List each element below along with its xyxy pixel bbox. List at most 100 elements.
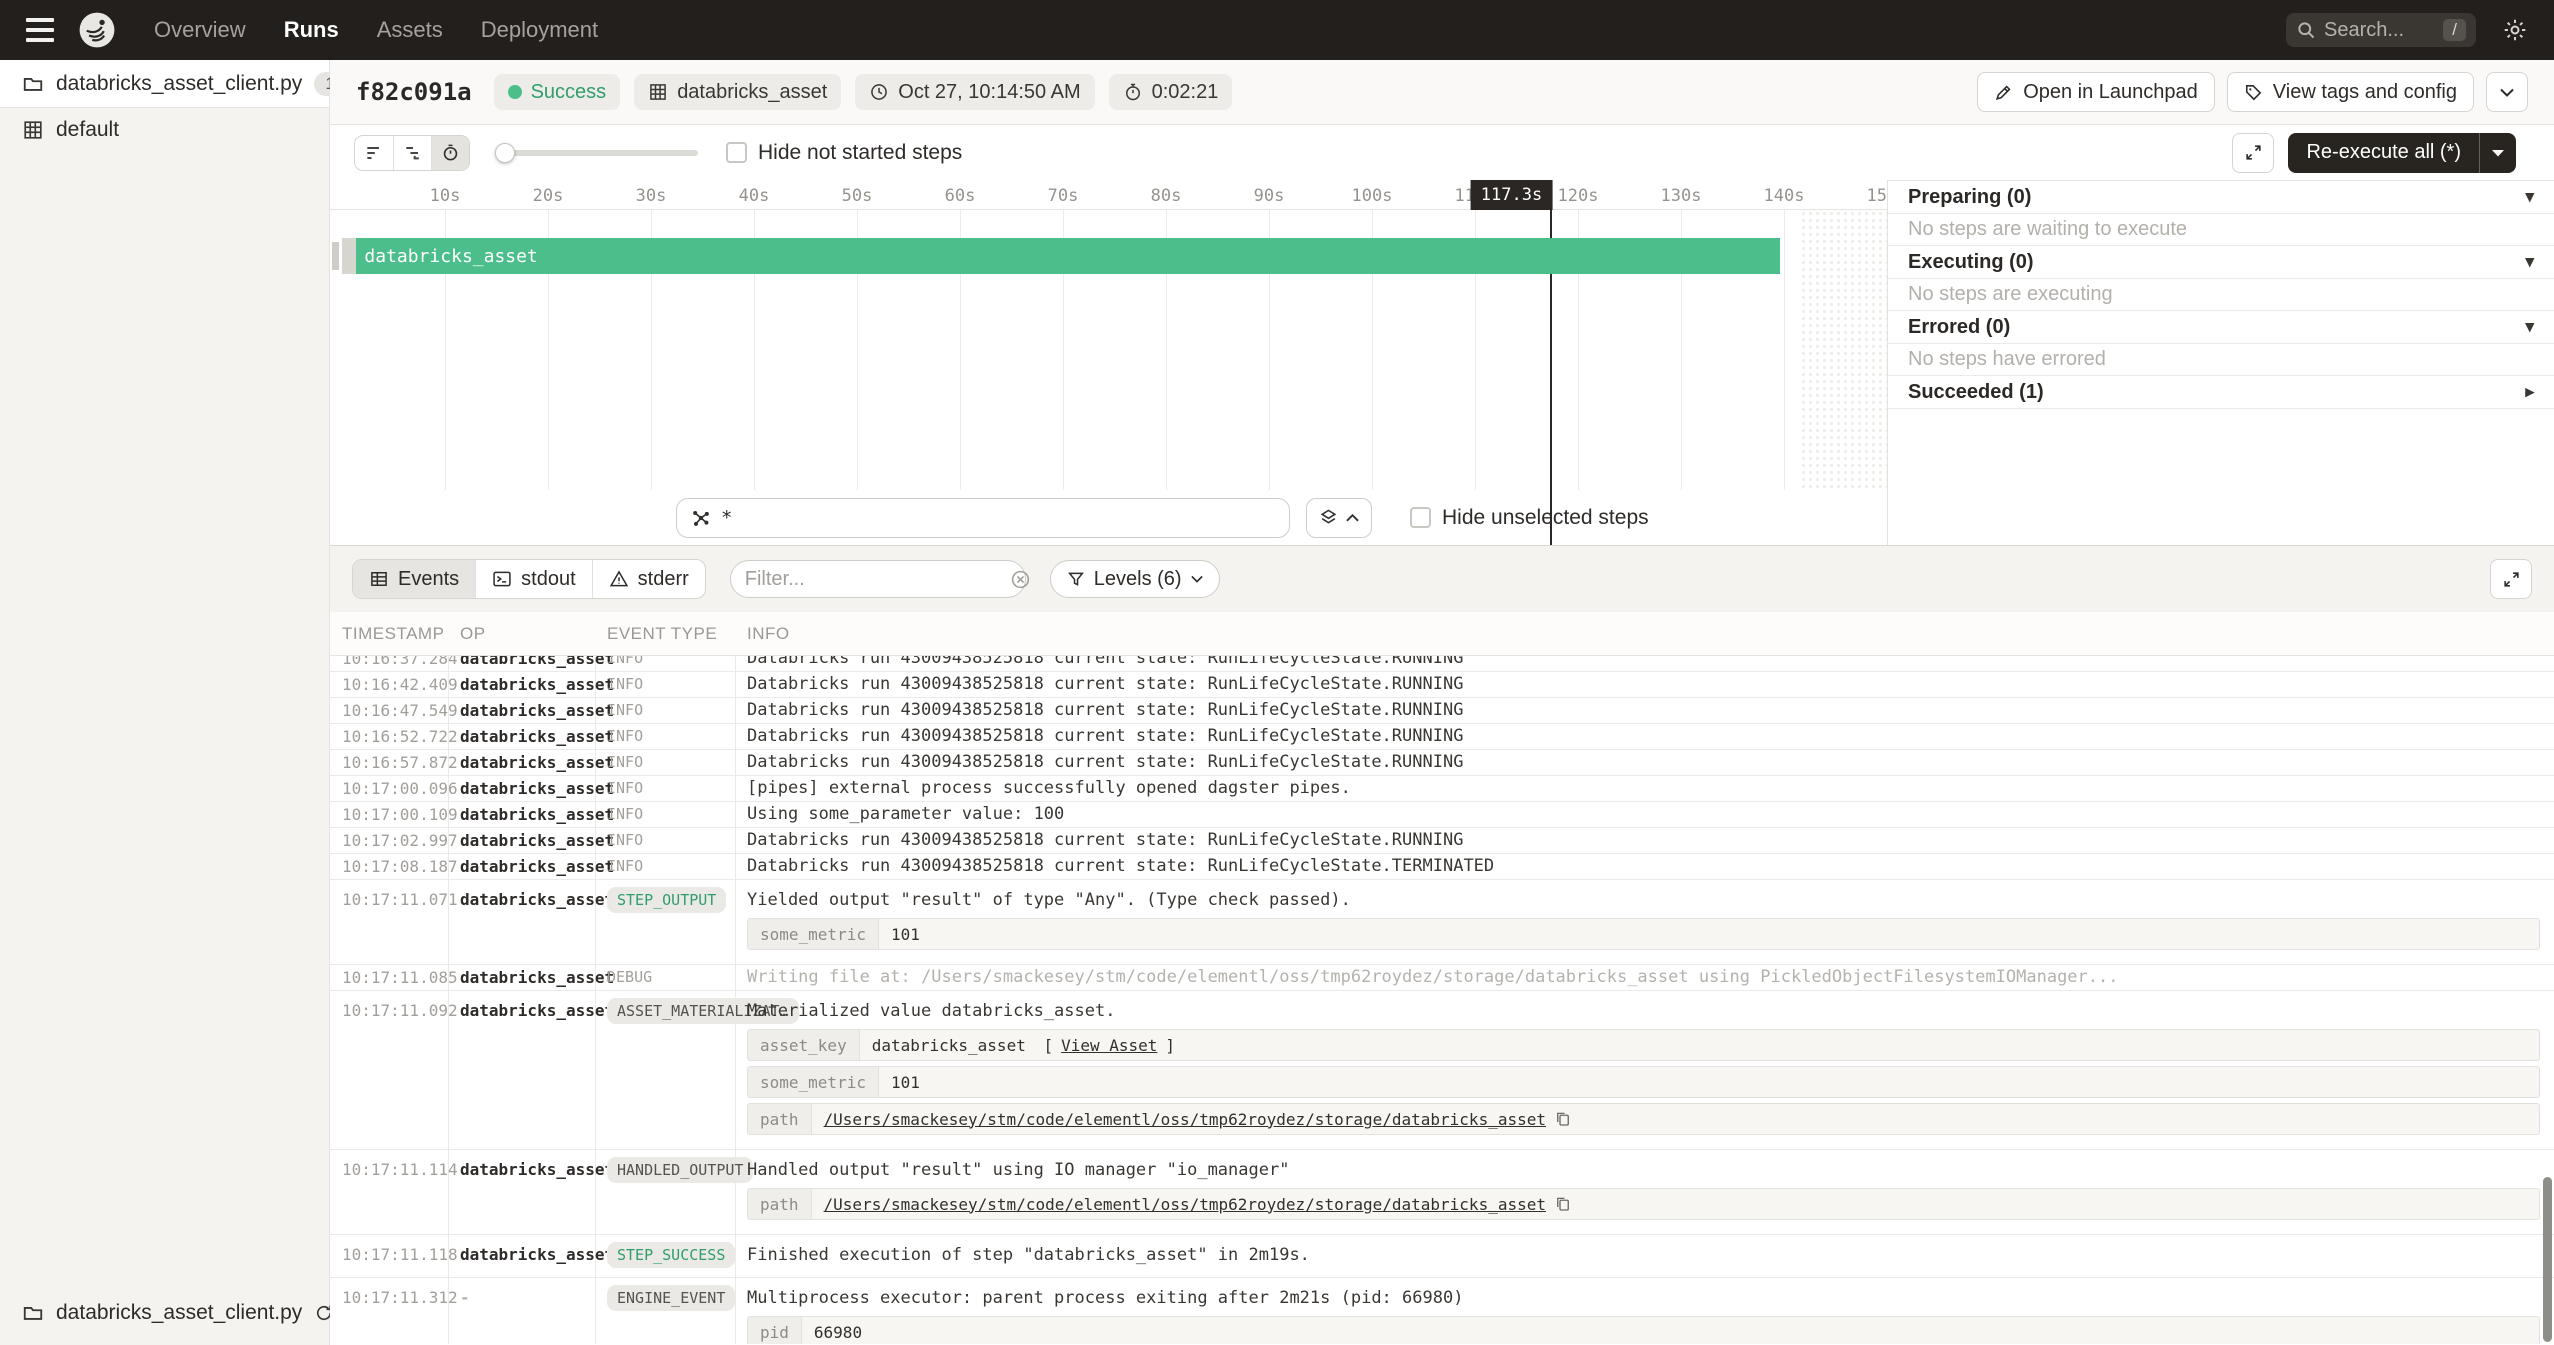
- step-selector-input[interactable]: [721, 507, 1275, 529]
- slider-knob[interactable]: [495, 143, 515, 163]
- log-timestamp: 10:17:00.109: [330, 802, 448, 827]
- step-section-title: Succeeded (1): [1908, 381, 2044, 404]
- time-cursor-badge: 117.3s: [1471, 180, 1552, 210]
- event-type-text: INFO: [607, 727, 643, 745]
- log-row[interactable]: 10:17:11.071databricks_assetSTEP_OUTPUTY…: [330, 880, 2554, 965]
- log-info-cell: Multiprocess executor: parent process ex…: [735, 1285, 2554, 1344]
- log-op: databricks_asset: [448, 828, 595, 853]
- chevron-down-icon[interactable]: ▾: [2525, 317, 2534, 337]
- log-op: databricks_asset: [448, 802, 595, 827]
- log-info-cell: Databricks run 43009438525818 current st…: [735, 672, 2554, 697]
- log-event-type: INFO: [595, 828, 735, 853]
- step-section-title: Executing (0): [1908, 251, 2034, 274]
- gridline: [1784, 210, 1785, 490]
- log-event-type: INFO: [595, 698, 735, 723]
- log-filter-input[interactable]: [745, 568, 1010, 591]
- nav-link-runs[interactable]: Runs: [284, 17, 339, 43]
- job-name-tag[interactable]: databricks_asset: [634, 74, 841, 110]
- hamburger-menu-icon[interactable]: [26, 18, 54, 42]
- log-info-cell: Databricks run 43009438525818 current st…: [735, 656, 2554, 671]
- view-asset-link[interactable]: View Asset: [1061, 1036, 1157, 1055]
- log-timestamp: 10:17:11.071: [330, 887, 448, 955]
- step-section-empty-text: No steps have errored: [1888, 344, 2554, 376]
- log-op: databricks_asset: [448, 750, 595, 775]
- dagster-logo-icon[interactable]: [78, 11, 116, 49]
- log-fullscreen-button[interactable]: [2490, 559, 2532, 599]
- view-mode-timed-icon[interactable]: [431, 136, 469, 170]
- tab-stderr[interactable]: stderr: [592, 560, 705, 598]
- step-section-preparing[interactable]: Preparing (0)▾: [1888, 181, 2554, 214]
- log-row[interactable]: 10:17:02.997databricks_assetINFODatabric…: [330, 828, 2554, 854]
- log-column-headers: TIMESTAMPOPEVENT TYPEINFO: [330, 612, 2554, 656]
- sidebar-bottom-code-location[interactable]: databricks_asset_client.py: [0, 1293, 329, 1333]
- nav-link-assets[interactable]: Assets: [377, 17, 443, 43]
- log-scrollbar-thumb[interactable]: [2543, 1177, 2552, 1342]
- chevron-down-icon[interactable]: ▾: [2525, 187, 2534, 207]
- log-timestamp: 10:16:47.549: [330, 698, 448, 723]
- step-query-options-button[interactable]: [1306, 498, 1372, 538]
- hide-unselected-checkbox[interactable]: [1410, 507, 1431, 528]
- log-row[interactable]: 10:16:42.409databricks_assetINFODatabric…: [330, 672, 2554, 698]
- log-filter[interactable]: [730, 560, 1026, 598]
- gantt-step-bar[interactable]: databricks_asset: [356, 238, 1779, 274]
- nav-link-deployment[interactable]: Deployment: [481, 17, 598, 43]
- search-input[interactable]: Search... /: [2286, 13, 2476, 47]
- log-row[interactable]: 10:16:52.722databricks_assetINFODatabric…: [330, 724, 2554, 750]
- log-row[interactable]: 10:17:08.187databricks_assetINFODatabric…: [330, 854, 2554, 880]
- log-event-type: INFO: [595, 750, 735, 775]
- tab-events[interactable]: Events: [353, 560, 475, 598]
- log-row[interactable]: 10:17:00.096databricks_assetINFO[pipes] …: [330, 776, 2554, 802]
- log-row[interactable]: 10:17:11.092databricks_assetASSET_MATERI…: [330, 991, 2554, 1150]
- log-event-type: INFO: [595, 656, 735, 671]
- gantt-fullscreen-button[interactable]: [2232, 133, 2274, 173]
- log-row[interactable]: 10:17:11.312-ENGINE_EVENTMultiprocess ex…: [330, 1278, 2554, 1344]
- log-row[interactable]: 10:17:00.109databricks_assetINFOUsing so…: [330, 802, 2554, 828]
- chevron-right-icon[interactable]: ▸: [2525, 382, 2534, 402]
- clear-filter-icon[interactable]: [1010, 569, 1031, 590]
- run-actions-dropdown-button[interactable]: [2486, 72, 2528, 112]
- nav-links: Overview Runs Assets Deployment: [154, 17, 598, 43]
- log-row[interactable]: 10:16:37.284databricks_assetINFODatabric…: [330, 656, 2554, 672]
- gantt-zoom-slider[interactable]: [498, 150, 698, 156]
- settings-gear-icon[interactable]: [2502, 17, 2528, 43]
- log-info-text: Databricks run 43009438525818 current st…: [747, 698, 2540, 723]
- hide-not-started-checkbox[interactable]: [726, 142, 747, 163]
- log-row[interactable]: 10:16:47.549databricks_assetINFO Databric…: [330, 698, 2554, 724]
- log-event-type: INFO: [595, 802, 735, 827]
- view-tags-config-button[interactable]: View tags and config: [2227, 72, 2474, 112]
- run-duration-tag: 0:02:21: [1109, 74, 1233, 110]
- step-section-errored[interactable]: Errored (0)▾: [1888, 311, 2554, 344]
- copy-icon[interactable]: [1554, 1195, 1572, 1213]
- axis-tick: 60s: [945, 186, 976, 206]
- nav-link-overview[interactable]: Overview: [154, 17, 246, 43]
- chevron-down-icon[interactable]: ▾: [2525, 252, 2534, 272]
- log-op: databricks_asset: [448, 998, 595, 1140]
- step-selector[interactable]: [676, 498, 1290, 538]
- log-row[interactable]: 10:17:11.114databricks_assetHANDLED_OUTP…: [330, 1150, 2554, 1235]
- step-section-succeeded[interactable]: Succeeded (1) ▸: [1888, 376, 2554, 409]
- metadata-path-link[interactable]: /Users/smackesey/stm/code/elementl/oss/t…: [824, 1110, 1546, 1129]
- reexecute-all-button[interactable]: Re-execute all (*): [2288, 133, 2516, 173]
- log-row[interactable]: 10:16:57.872databricks_assetINFODatabric…: [330, 750, 2554, 776]
- log-timestamp: 10:16:42.409: [330, 672, 448, 697]
- view-mode-waterfall-icon[interactable]: [393, 136, 431, 170]
- log-row[interactable]: 10:17:11.118databricks_assetSTEP_SUCCESS…: [330, 1235, 2554, 1278]
- log-op: databricks_asset: [448, 698, 595, 723]
- metadata-path-link[interactable]: /Users/smackesey/stm/code/elementl/oss/t…: [824, 1195, 1546, 1214]
- view-mode-flat-icon[interactable]: [355, 136, 393, 170]
- step-section-executing[interactable]: Executing (0) ▾: [1888, 246, 2554, 279]
- open-in-launchpad-button[interactable]: Open in Launchpad: [1977, 72, 2215, 112]
- log-row[interactable]: 10:17:11.085databricks_assetDEBUGWriting…: [330, 965, 2554, 991]
- sidebar-item-databricks-asset-client-py[interactable]: databricks_asset_client.py1: [0, 60, 329, 108]
- log-info-text: Handled output "result" using IO manager…: [747, 1157, 2540, 1183]
- sidebar-item-default[interactable]: default: [0, 108, 329, 152]
- metadata-tag-label: some_metric: [748, 919, 879, 949]
- tab-label: Events: [398, 568, 459, 591]
- reexecute-dropdown-caret[interactable]: [2479, 133, 2516, 173]
- tab-stdout[interactable]: stdout: [475, 560, 591, 598]
- gantt-axis: 10s20s30s40s50s60s70s80s90s100s110s120s1…: [330, 180, 1887, 210]
- copy-icon[interactable]: [1554, 1110, 1572, 1128]
- levels-dropdown-button[interactable]: Levels (6): [1050, 560, 1220, 598]
- log-event-type: ASSET_MATERIALIZAT…: [595, 998, 735, 1140]
- log-info-cell: Databricks run 43009438525818 current st…: [735, 724, 2554, 749]
